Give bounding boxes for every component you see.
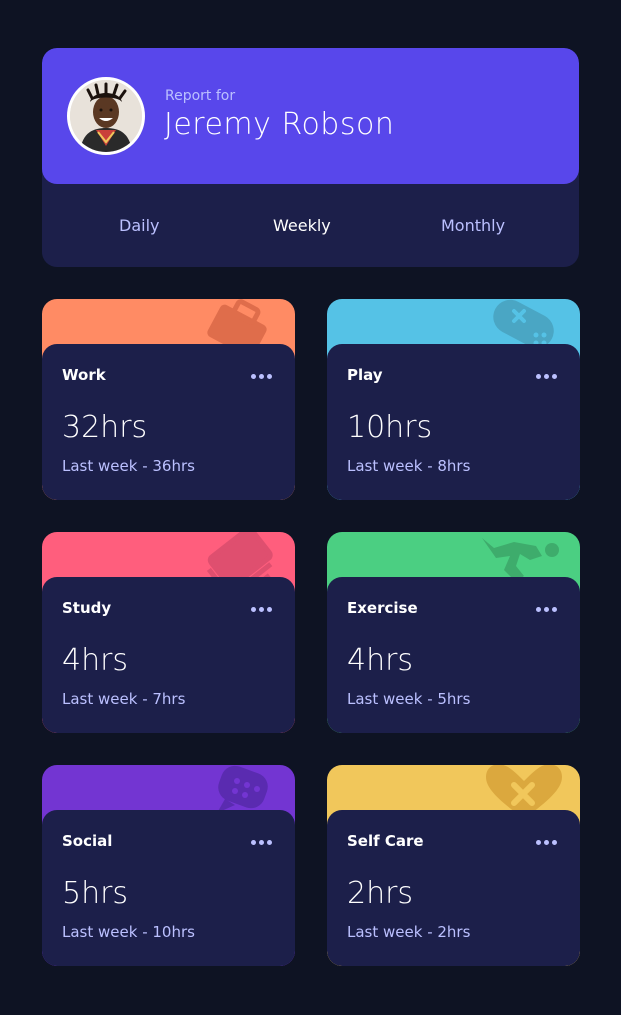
activity-card-self-care: Self Care 2hrs Last week - 2hrs bbox=[327, 765, 580, 966]
activity-card-body: Work 32hrs Last week - 36hrs bbox=[42, 344, 295, 500]
tab-weekly[interactable]: Weekly bbox=[273, 216, 331, 235]
activity-card-body: Social 5hrs Last week - 10hrs bbox=[42, 810, 295, 966]
activity-card-body: Exercise 4hrs Last week - 5hrs bbox=[327, 577, 580, 733]
activity-title: Work bbox=[62, 366, 106, 384]
activity-card-study: Study 4hrs Last week - 7hrs bbox=[42, 532, 295, 733]
current-hours: 2hrs bbox=[347, 876, 414, 911]
activity-card-body: Self Care 2hrs Last week - 2hrs bbox=[327, 810, 580, 966]
activity-card-play: Play 10hrs Last week - 8hrs bbox=[327, 299, 580, 500]
profile-card: Report for Jeremy Robson Daily Weekly Mo… bbox=[42, 48, 579, 267]
dashboard: Report for Jeremy Robson Daily Weekly Mo… bbox=[0, 0, 621, 1015]
activity-card-social: Social 5hrs Last week - 10hrs bbox=[42, 765, 295, 966]
activity-title: Self Care bbox=[347, 832, 424, 850]
activity-card-exercise: Exercise 4hrs Last week - 5hrs bbox=[327, 532, 580, 733]
previous-hours: Last week - 36hrs bbox=[62, 457, 195, 475]
ellipsis-icon[interactable] bbox=[251, 607, 273, 613]
ellipsis-icon[interactable] bbox=[536, 607, 558, 613]
activity-title: Exercise bbox=[347, 599, 418, 617]
profile-header: Report for Jeremy Robson bbox=[42, 48, 579, 184]
ellipsis-icon[interactable] bbox=[251, 840, 273, 846]
ellipsis-icon[interactable] bbox=[536, 374, 558, 380]
tab-daily[interactable]: Daily bbox=[119, 216, 159, 235]
previous-hours: Last week - 5hrs bbox=[347, 690, 471, 708]
tab-monthly[interactable]: Monthly bbox=[441, 216, 505, 235]
activity-title: Play bbox=[347, 366, 383, 384]
current-hours: 4hrs bbox=[62, 643, 129, 678]
report-label: Report for bbox=[165, 88, 236, 104]
activity-title: Social bbox=[62, 832, 113, 850]
current-hours: 10hrs bbox=[347, 410, 433, 445]
current-hours: 5hrs bbox=[62, 876, 129, 911]
ellipsis-icon[interactable] bbox=[536, 840, 558, 846]
previous-hours: Last week - 2hrs bbox=[347, 923, 471, 941]
avatar bbox=[67, 77, 145, 155]
previous-hours: Last week - 8hrs bbox=[347, 457, 471, 475]
activity-card-work: Work 32hrs Last week - 36hrs bbox=[42, 299, 295, 500]
user-name: Jeremy Robson bbox=[164, 107, 395, 142]
current-hours: 32hrs bbox=[62, 410, 148, 445]
current-hours: 4hrs bbox=[347, 643, 414, 678]
activity-title: Study bbox=[62, 599, 112, 617]
activity-card-body: Play 10hrs Last week - 8hrs bbox=[327, 344, 580, 500]
previous-hours: Last week - 7hrs bbox=[62, 690, 186, 708]
previous-hours: Last week - 10hrs bbox=[62, 923, 195, 941]
activity-card-body: Study 4hrs Last week - 7hrs bbox=[42, 577, 295, 733]
ellipsis-icon[interactable] bbox=[251, 374, 273, 380]
